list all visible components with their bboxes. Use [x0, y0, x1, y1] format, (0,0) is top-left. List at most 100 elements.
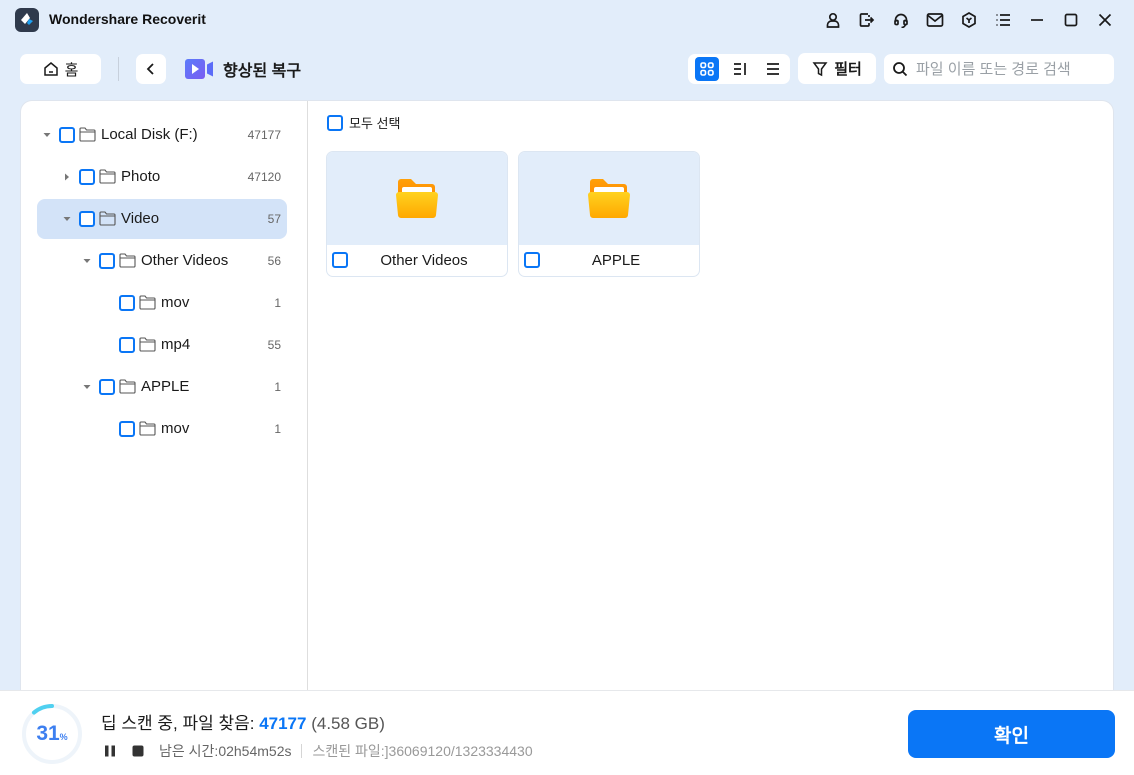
- headset-support-icon[interactable]: [884, 8, 918, 32]
- percent-sign: %: [59, 732, 68, 742]
- tree-item-count: 1: [274, 380, 281, 394]
- tree-item-checkbox[interactable]: [99, 253, 115, 269]
- folder-icon: [396, 178, 438, 218]
- title-bar: Wondershare Recoverit: [0, 0, 1134, 40]
- stop-button[interactable]: [131, 744, 145, 758]
- main-panel: Local Disk (F:) 47177 Photo 47120 Video 57 Oth…: [20, 100, 1114, 690]
- folder-card[interactable]: APPLE: [518, 151, 700, 277]
- tree-item-label: mov: [161, 420, 190, 437]
- maximize-icon[interactable]: [1054, 8, 1088, 32]
- search-input[interactable]: [916, 60, 1106, 78]
- page-title: 향상된 복구: [223, 63, 302, 80]
- grid-view-button[interactable]: [695, 57, 719, 81]
- tree-item-count: 55: [267, 338, 281, 352]
- list-icon: [767, 63, 779, 75]
- menu-list-icon[interactable]: [986, 8, 1020, 32]
- folder-thumbnail: [327, 152, 507, 245]
- found-size: (4.58 GB): [311, 714, 385, 733]
- cube-icon[interactable]: [952, 8, 986, 32]
- scan-status-text: 딥 스캔 중, 파일 찾음: 47177 (4.58 GB): [101, 709, 385, 734]
- minimize-icon[interactable]: [1020, 8, 1054, 32]
- item-name: Other Videos: [380, 252, 468, 269]
- tree-item[interactable]: APPLE 1: [37, 367, 287, 407]
- folder-outline-icon: [119, 253, 136, 268]
- time-left-value: 02h54m52s: [218, 743, 292, 759]
- tree-item-checkbox[interactable]: [79, 169, 95, 185]
- tree-item-label: APPLE: [141, 378, 190, 395]
- tree-item-count: 56: [267, 254, 281, 268]
- folder-thumbnail: [519, 152, 699, 245]
- confirm-button[interactable]: 확인: [908, 710, 1115, 758]
- scan-status-bar: 31% 딥 스캔 중, 파일 찾음: 47177 (4.58 GB) 남은 시간…: [0, 690, 1134, 775]
- tree-item-checkbox[interactable]: [119, 421, 135, 437]
- filter-label: 필터: [834, 61, 862, 78]
- tree-item-count: 47177: [247, 128, 281, 142]
- tree-item-checkbox[interactable]: [79, 211, 95, 227]
- folder-tree: Local Disk (F:) 47177 Photo 47120 Video 57 Oth…: [21, 101, 308, 690]
- caret-down-icon[interactable]: [63, 213, 71, 225]
- checkbox[interactable]: [327, 114, 343, 131]
- caret-down-icon[interactable]: [43, 129, 51, 141]
- home-button[interactable]: 홈: [20, 54, 101, 84]
- progress-value: 31: [36, 722, 60, 745]
- divider: [301, 744, 303, 758]
- search-icon: [893, 62, 908, 77]
- mail-icon[interactable]: [918, 8, 952, 32]
- home-icon: [43, 62, 58, 76]
- caret-down-icon[interactable]: [83, 255, 91, 267]
- window-controls: [816, 8, 1122, 32]
- back-button[interactable]: [136, 54, 166, 84]
- item-name: APPLE: [591, 252, 641, 269]
- folder-icon: [588, 178, 630, 218]
- scan-status-prefix: 딥 스캔 중, 파일 찾음:: [101, 714, 260, 733]
- home-label: 홈: [64, 61, 79, 79]
- file-grid: 모두 선택 Other Videos APPLE: [309, 101, 1113, 690]
- select-all-checkbox[interactable]: 모두 선택: [327, 113, 400, 132]
- files-found-count: 47177: [259, 714, 307, 733]
- tree-item-count: 1: [274, 422, 281, 436]
- folder-outline-icon: [119, 379, 136, 394]
- tree-item-checkbox[interactable]: [119, 295, 135, 311]
- time-left-label: 남은 시간:: [159, 743, 219, 759]
- select-all-label: 모두 선택: [349, 116, 401, 131]
- tree-item[interactable]: Local Disk (F:) 47177: [37, 115, 287, 155]
- view-switcher: [688, 54, 790, 84]
- tree-item-label: Photo: [121, 168, 161, 185]
- filter-button[interactable]: 필터: [798, 53, 876, 84]
- folder-card[interactable]: Other Videos: [326, 151, 508, 277]
- tree-item[interactable]: mp4 55: [37, 325, 287, 365]
- caret-right-icon[interactable]: [63, 171, 71, 183]
- folder-outline-icon: [139, 337, 156, 352]
- tree-item-count: 57: [267, 212, 281, 226]
- tree-item-count: 1: [274, 296, 281, 310]
- grid-icon: [700, 62, 714, 76]
- tree-item[interactable]: mov 1: [37, 409, 287, 449]
- tree-item-checkbox[interactable]: [99, 379, 115, 395]
- folder-outline-icon: [99, 211, 116, 226]
- filter-icon: [812, 61, 828, 76]
- tree-item[interactable]: mov 1: [37, 283, 287, 323]
- tree-item-checkbox[interactable]: [119, 337, 135, 353]
- folder-outline-icon: [99, 169, 116, 184]
- tree-item[interactable]: Video 57: [37, 199, 287, 239]
- caret-down-icon[interactable]: [83, 381, 91, 393]
- pause-button[interactable]: [103, 744, 117, 758]
- list-view-button[interactable]: [761, 57, 785, 81]
- tree-item-checkbox[interactable]: [59, 127, 75, 143]
- app-logo-icon: [15, 8, 39, 32]
- tree-item-label: Local Disk (F:): [101, 126, 198, 143]
- breadcrumb: 향상된 복구: [185, 57, 301, 81]
- sign-out-icon[interactable]: [850, 8, 884, 32]
- scanned-files-value: ]36069120/1323334430: [384, 743, 533, 759]
- tree-item[interactable]: Photo 47120: [37, 157, 287, 197]
- video-camera-icon: [185, 59, 213, 79]
- close-icon[interactable]: [1088, 8, 1122, 32]
- account-icon[interactable]: [816, 8, 850, 32]
- toolbar-divider: [118, 57, 119, 81]
- tree-item[interactable]: Other Videos 56: [37, 241, 287, 281]
- search-box: [884, 54, 1114, 84]
- tree-item-label: mp4: [161, 336, 191, 353]
- stop-icon: [132, 745, 144, 757]
- detail-view-button[interactable]: [728, 57, 752, 81]
- progress-percentage: 31%: [20, 702, 84, 766]
